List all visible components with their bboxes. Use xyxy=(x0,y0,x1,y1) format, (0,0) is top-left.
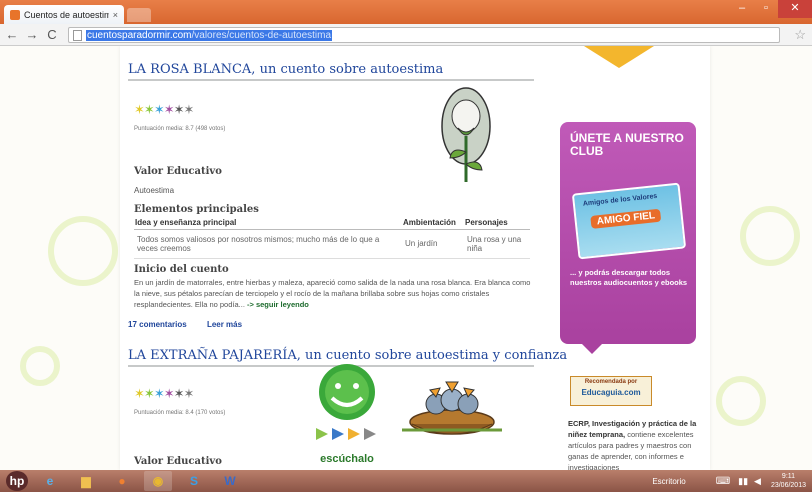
keyboard-icon[interactable]: ⌨ xyxy=(716,476,730,487)
elementos-label: Elementos principales xyxy=(134,204,259,215)
excerpt-text: En un jardín de matorrales, entre hierba… xyxy=(134,278,531,309)
clock-time: 9:11 xyxy=(781,473,796,480)
badge-top-text: Recomendada por xyxy=(584,379,638,385)
windows-taskbar: hp e ▆ ● ◉ S W Escritorio ⌨ ▮▮ ◀ 9:11 23… xyxy=(0,470,812,492)
desktop-label[interactable]: Escritorio xyxy=(652,477,685,486)
decorative-circle xyxy=(716,376,766,426)
minimize-button[interactable]: – xyxy=(730,0,754,18)
skype-icon[interactable]: S xyxy=(180,471,208,491)
browser-toolbar: ← → C cuentosparadormir.com/valores/cuen… xyxy=(0,24,812,46)
browser-tab[interactable]: Cuentos de autoestima | P × xyxy=(4,5,124,24)
url-text[interactable]: cuentosparadormir.com/valores/cuentos-de… xyxy=(86,29,333,41)
rating-stars[interactable]: ✶✶✶✶✶✶ xyxy=(134,386,194,402)
post-title[interactable]: LA ROSA BLANCA, un cuento sobre autoesti… xyxy=(128,62,534,81)
new-tab-button[interactable] xyxy=(127,8,151,22)
forward-button[interactable]: → xyxy=(24,27,40,42)
close-window-button[interactable]: ✕ xyxy=(778,0,812,18)
valor-value: Autoestima xyxy=(134,186,175,195)
table-cell: Todos somos valiosos por nosotros mismos… xyxy=(134,229,402,259)
table-header: Ambientación xyxy=(402,216,464,230)
internet-explorer-icon[interactable]: e xyxy=(36,471,64,491)
story-excerpt: En un jardín de matorrales, entre hierba… xyxy=(134,277,534,310)
club-title: ÚNETE A NUESTRO CLUB xyxy=(570,131,684,158)
rating-text: Puntuación media: 8.4 (170 votos) xyxy=(134,410,226,416)
bookmark-star-icon[interactable]: ☆ xyxy=(794,27,806,43)
read-more-link[interactable]: Leer más xyxy=(207,320,242,329)
maximize-button[interactable]: ▫ xyxy=(754,0,778,18)
ecrp-text: ECRP, Investigación y práctica de la niñ… xyxy=(568,418,702,470)
word-icon[interactable]: W xyxy=(216,471,244,491)
white-rose-illustration xyxy=(441,87,491,182)
inicio-label: Inicio del cuento xyxy=(134,264,229,275)
url-host: cuentosparadormir.com xyxy=(87,29,192,41)
browser-titlebar: Cuentos de autoestima | P × – ▫ ✕ xyxy=(0,0,812,24)
badge-main-text: Educaguia.com xyxy=(581,388,641,397)
decorative-circle xyxy=(20,346,60,386)
headphones-smile-icon xyxy=(316,364,376,440)
url-path: /valores/cuentos-de-autoestima xyxy=(191,29,332,41)
system-tray: Escritorio ⌨ ▮▮ ◀ 9:11 23/06/2013 xyxy=(652,470,806,492)
rating-text: Puntuación media: 8.7 (498 votos) xyxy=(134,126,226,132)
decorative-circle xyxy=(740,206,800,266)
continue-reading-link[interactable]: -> seguir leyendo xyxy=(247,300,309,309)
listen-widget[interactable]: escúchalo xyxy=(302,364,392,470)
post-meta: 17 comentarios Leer más xyxy=(128,320,260,329)
valor-label: Valor Educativo xyxy=(134,166,222,177)
club-text: ... y podrás descargar todos nuestros au… xyxy=(570,268,688,287)
tab-close-icon[interactable]: × xyxy=(113,10,118,20)
back-button[interactable]: ← xyxy=(4,27,20,42)
bird-nest-illustration xyxy=(402,381,502,435)
web-page: LA ROSA BLANCA, un cuento sobre autoesti… xyxy=(0,46,812,470)
reload-button[interactable]: C xyxy=(44,27,60,42)
page-icon xyxy=(73,29,82,41)
content-column: LA ROSA BLANCA, un cuento sobre autoesti… xyxy=(120,46,710,470)
card-top-text: Amigos de los Valores xyxy=(582,192,658,208)
table-cell: Una rosa y una niña xyxy=(464,229,530,259)
decorative-arrow xyxy=(584,46,654,68)
clock-date: 23/06/2013 xyxy=(770,482,806,489)
comments-link[interactable]: 17 comentarios xyxy=(128,320,187,329)
clock[interactable]: 9:11 23/06/2013 xyxy=(771,472,806,490)
start-button-icon[interactable]: hp xyxy=(6,471,28,491)
card-main-text: AMIGO FIEL xyxy=(590,208,662,229)
table-header: Idea y enseñanza principal xyxy=(134,216,402,230)
club-banner[interactable]: ÚNETE A NUESTRO CLUB Amigos de los Valor… xyxy=(560,122,696,344)
listen-label[interactable]: escúchalo xyxy=(302,453,392,465)
file-explorer-icon[interactable]: ▆ xyxy=(72,471,100,491)
table-cell: Un jardín xyxy=(402,229,464,259)
educaguia-badge[interactable]: Recomendada por Educaguia.com xyxy=(570,376,652,406)
table-header: Personajes xyxy=(464,216,530,230)
membership-card: Amigos de los Valores AMIGO FIEL xyxy=(571,182,687,260)
club-banner-tail xyxy=(578,340,606,354)
favicon-icon xyxy=(10,9,20,20)
address-bar[interactable]: cuentosparadormir.com/valores/cuentos-de… xyxy=(68,27,780,43)
volume-icon[interactable]: ◀ xyxy=(754,476,761,487)
firefox-icon[interactable]: ● xyxy=(108,471,136,491)
elements-table: Idea y enseñanza principal Ambientación … xyxy=(134,216,530,259)
valor-label: Valor Educativo xyxy=(134,456,222,467)
decorative-circle xyxy=(48,216,118,286)
table-row: Todos somos valiosos por nosotros mismos… xyxy=(134,229,530,259)
chrome-icon[interactable]: ◉ xyxy=(144,471,172,491)
network-icon[interactable]: ▮▮ xyxy=(738,476,748,487)
tab-title: Cuentos de autoestima | P xyxy=(24,9,109,20)
rating-stars[interactable]: ✶✶✶✶✶✶ xyxy=(134,102,194,118)
